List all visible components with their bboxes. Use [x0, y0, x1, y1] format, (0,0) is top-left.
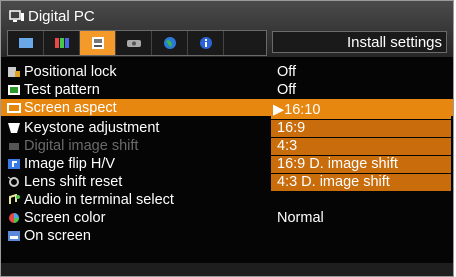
menu-item-label: Keystone adjustment: [24, 119, 160, 136]
menu-item-label: On screen: [24, 227, 91, 244]
lock-icon: [7, 66, 21, 78]
option-4-3[interactable]: 4:3: [271, 138, 451, 155]
setup-icon: [126, 40, 141, 47]
menu-header: Digital PC Install settings: [1, 1, 453, 57]
menu-item-label: Positional lock: [24, 63, 117, 80]
option-16-10[interactable]: ▶16:10: [271, 102, 451, 119]
section-title: Install settings: [272, 31, 447, 53]
screen-aspect-icon: [7, 102, 21, 114]
option-16-9-d-image-shift[interactable]: 16:9 D. image shift: [271, 156, 451, 173]
menu-item-label: Image flip H/V: [24, 155, 116, 172]
lens-shift-icon: [7, 176, 21, 188]
info-icon: [199, 37, 212, 49]
menu-item-value: Off: [277, 63, 297, 80]
menu-item-test-pattern[interactable]: Test pattern Off: [1, 81, 453, 98]
menu-item-label: Lens shift reset: [24, 173, 123, 190]
pc-input-icon: [9, 10, 25, 24]
menu-item-positional-lock[interactable]: Positional lock Off: [1, 63, 453, 80]
color-bars-icon: [54, 38, 69, 48]
tab-network[interactable]: [152, 31, 188, 55]
window-title: Digital PC: [9, 7, 95, 27]
image-flip-icon: [7, 158, 21, 170]
menu-item-audio-in-terminal-select[interactable]: Audio in terminal select: [1, 191, 453, 208]
menu-item-screen-color[interactable]: Screen color Normal: [1, 209, 453, 226]
test-pattern-icon: [7, 84, 21, 96]
menu-item-on-screen[interactable]: On screen: [1, 227, 453, 244]
option-16-9[interactable]: 16:9: [271, 120, 451, 137]
menu-tabs: [7, 30, 267, 56]
tab-spacer: [224, 31, 266, 55]
option-4-3-d-image-shift[interactable]: 4:3 D. image shift: [271, 174, 451, 191]
status-bar: [1, 263, 453, 276]
tab-color[interactable]: [44, 31, 80, 55]
tab-install-settings[interactable]: [80, 31, 116, 55]
menu-item-label: Screen aspect: [24, 99, 117, 116]
tab-information[interactable]: [188, 31, 224, 55]
menu-item-label: Digital image shift: [24, 137, 139, 154]
menu-item-label: Screen color: [24, 209, 106, 226]
projector-osd-menu: Digital PC Install settings Positional l…: [0, 0, 454, 277]
menu-item-label: Test pattern: [24, 81, 100, 98]
audio-icon: [7, 193, 21, 206]
projector-icon: [91, 37, 104, 49]
tab-setup[interactable]: [116, 31, 152, 55]
keystone-icon: [7, 122, 21, 134]
menu-item-value: Normal: [277, 209, 324, 226]
on-screen-icon: [7, 230, 21, 242]
screen-color-icon: [7, 212, 21, 224]
title-text: Digital PC: [28, 8, 95, 25]
menu-item-label: Audio in terminal select: [24, 191, 174, 208]
image-shift-icon: [7, 140, 21, 152]
screen-aspect-dropdown: ▶16:10 16:9 4:3 16:9 D. image shift 4:3 …: [271, 102, 451, 192]
display-icon: [18, 38, 33, 48]
globe-icon: [163, 37, 176, 49]
tab-display[interactable]: [8, 31, 44, 55]
menu-item-value: Off: [277, 81, 297, 98]
